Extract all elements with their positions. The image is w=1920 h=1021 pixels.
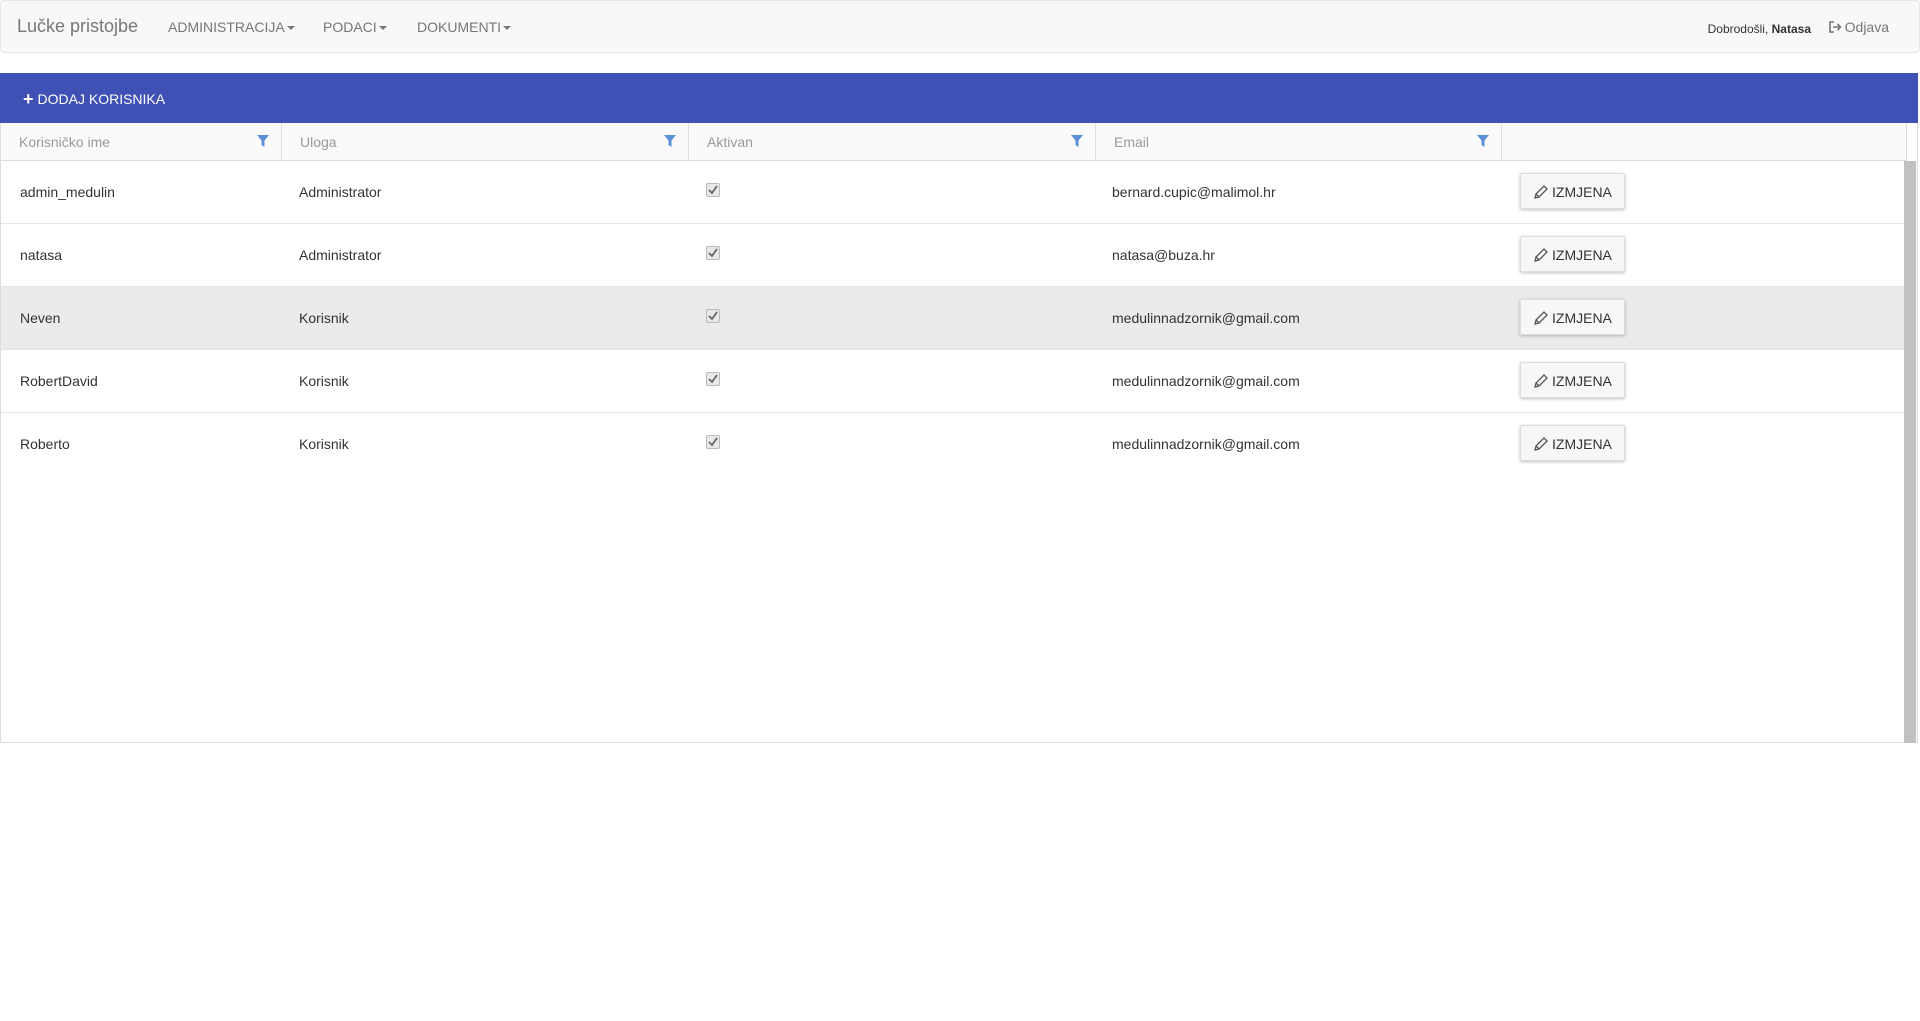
column-header-active[interactable]: Aktivan xyxy=(689,123,1096,160)
cell-email: medulinnadzornik@gmail.com xyxy=(1112,310,1300,326)
filter-icon[interactable] xyxy=(257,135,269,147)
edit-button-label: IZMJENA xyxy=(1552,436,1612,452)
pencil-icon xyxy=(1534,311,1548,325)
table-row[interactable]: natasa Administrator natasa@buza.hr IZMJ… xyxy=(1,224,1907,287)
column-header-email[interactable]: Email xyxy=(1096,123,1502,160)
pencil-icon xyxy=(1534,374,1548,388)
cell-email: bernard.cupic@malimol.hr xyxy=(1112,184,1276,200)
active-checkbox xyxy=(706,372,720,386)
cell-username: Neven xyxy=(20,310,61,326)
add-user-button[interactable]: + DODAJ KORISNIKA xyxy=(23,89,165,110)
table-row[interactable]: Roberto Korisnik medulinnadzornik@gmail.… xyxy=(1,413,1907,476)
edit-button[interactable]: IZMJENA xyxy=(1520,173,1625,209)
add-user-label: DODAJ KORISNIKA xyxy=(37,91,166,107)
pencil-icon xyxy=(1534,185,1548,199)
vertical-scrollbar[interactable] xyxy=(1904,161,1916,743)
cell-email: natasa@buza.hr xyxy=(1112,247,1215,263)
cell-username: natasa xyxy=(20,247,63,263)
cell-role: Korisnik xyxy=(299,310,349,326)
check-icon xyxy=(708,311,718,321)
filter-icon[interactable] xyxy=(664,135,676,147)
welcome-prefix: Dobrodošli, xyxy=(1707,22,1772,36)
edit-button[interactable]: IZMJENA xyxy=(1520,425,1625,461)
app-brand[interactable]: Lučke pristojbe xyxy=(17,16,138,37)
column-label-username: Korisničko ime xyxy=(19,134,111,150)
logout-label: Odjava xyxy=(1844,19,1889,35)
edit-button[interactable]: IZMJENA xyxy=(1520,236,1625,272)
edit-button-label: IZMJENA xyxy=(1552,310,1612,326)
cell-username: admin_medulin xyxy=(20,184,115,200)
welcome-text: Dobrodošli, Natasa xyxy=(1708,22,1811,36)
cell-role: Korisnik xyxy=(299,436,349,452)
pencil-icon xyxy=(1534,437,1548,451)
table-row[interactable]: admin_medulin Administrator bernard.cupi… xyxy=(1,161,1907,224)
menu-podaci-label: PODACI xyxy=(323,19,377,35)
active-checkbox xyxy=(706,309,720,323)
filter-icon[interactable] xyxy=(1477,135,1489,147)
caret-down-icon xyxy=(503,26,511,31)
menu-dokumenti[interactable]: DOKUMENTI xyxy=(417,19,511,35)
table-row[interactable]: Neven Korisnik medulinnadzornik@gmail.co… xyxy=(1,287,1907,350)
column-label-email: Email xyxy=(1114,134,1150,150)
edit-button[interactable]: IZMJENA xyxy=(1520,299,1625,335)
pencil-icon xyxy=(1534,248,1548,262)
cell-username: RobertDavid xyxy=(20,373,98,389)
column-header-actions xyxy=(1502,123,1907,160)
menu-administracija[interactable]: ADMINISTRACIJA xyxy=(168,19,295,35)
check-icon xyxy=(708,248,718,258)
menu-dokumenti-label: DOKUMENTI xyxy=(417,19,501,35)
menu-administracija-label: ADMINISTRACIJA xyxy=(168,19,285,35)
check-icon xyxy=(708,374,718,384)
plus-icon: + xyxy=(23,89,34,109)
cell-email: medulinnadzornik@gmail.com xyxy=(1112,373,1300,389)
check-icon xyxy=(708,185,718,195)
cell-role: Administrator xyxy=(299,184,382,200)
caret-down-icon xyxy=(378,26,387,31)
sign-out-icon xyxy=(1828,21,1842,33)
column-header-username[interactable]: Korisničko ime xyxy=(1,123,282,160)
active-checkbox xyxy=(706,435,720,449)
table-row[interactable]: RobertDavid Korisnik medulinnadzornik@gm… xyxy=(1,350,1907,413)
active-checkbox xyxy=(706,246,720,260)
column-label-role: Uloga xyxy=(300,134,337,150)
filter-icon[interactable] xyxy=(1071,135,1083,147)
cell-email: medulinnadzornik@gmail.com xyxy=(1112,436,1300,452)
edit-button-label: IZMJENA xyxy=(1552,184,1612,200)
grid-toolbar: + DODAJ KORISNIKA xyxy=(0,73,1918,123)
active-checkbox xyxy=(706,183,720,197)
check-icon xyxy=(708,437,718,447)
edit-button-label: IZMJENA xyxy=(1552,247,1612,263)
cell-username: Roberto xyxy=(20,436,70,452)
edit-button-label: IZMJENA xyxy=(1552,373,1612,389)
caret-down-icon xyxy=(286,26,295,31)
user-name: Natasa xyxy=(1771,22,1811,36)
logout-link[interactable]: Odjava xyxy=(1828,19,1889,35)
cell-role: Administrator xyxy=(299,247,382,263)
top-navbar: Lučke pristojbe ADMINISTRACIJA PODACI DO… xyxy=(0,0,1920,53)
cell-role: Korisnik xyxy=(299,373,349,389)
users-grid: + DODAJ KORISNIKA Korisničko ime Uloga Ak… xyxy=(0,73,1918,743)
column-header-role[interactable]: Uloga xyxy=(282,123,689,160)
edit-button[interactable]: IZMJENA xyxy=(1520,362,1625,398)
column-label-active: Aktivan xyxy=(707,134,753,150)
menu-podaci[interactable]: PODACI xyxy=(323,19,387,35)
table-header: Korisničko ime Uloga Aktivan Email xyxy=(1,123,1907,161)
